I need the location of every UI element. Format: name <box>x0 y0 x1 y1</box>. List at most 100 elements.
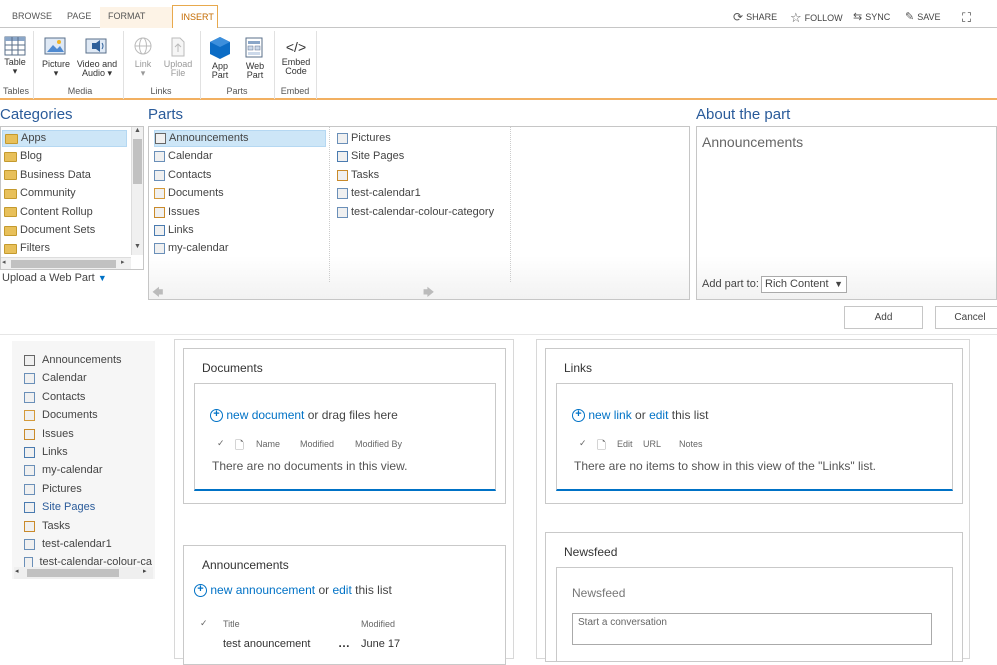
tab-format-text[interactable]: FORMAT TEXT <box>100 7 172 40</box>
add-icon[interactable]: + <box>194 584 207 598</box>
scroll-thumb[interactable] <box>27 569 119 577</box>
edit-list-link[interactable]: edit <box>649 408 668 422</box>
part-item[interactable]: test-calendar-colour-category <box>337 204 494 221</box>
parts-list[interactable]: Announcements Calendar Contacts Documents Is… <box>148 126 690 300</box>
nav-item[interactable]: Tasks <box>24 518 152 535</box>
upload-file-button[interactable]: Upload File <box>161 36 195 78</box>
checkmark-icon[interactable]: ✓ <box>200 618 208 629</box>
nav-item[interactable]: Issues <box>24 426 152 443</box>
sync-button[interactable]: ⇆ SYNC <box>853 10 890 23</box>
category-item[interactable]: Community <box>2 185 127 202</box>
video-audio-button[interactable]: Video and Audio ▾ <box>75 36 119 78</box>
nav-item[interactable]: test-calendar1 <box>24 536 152 553</box>
part-item[interactable]: Tasks <box>337 167 379 184</box>
embed-code-button[interactable]: </> Embed Code <box>279 36 313 76</box>
col-url[interactable]: URL <box>643 439 661 449</box>
list-app-icon <box>24 410 35 422</box>
links-empty-text: There are no items to show in this view … <box>574 459 876 473</box>
checkmark-icon[interactable]: ✓ <box>579 438 587 449</box>
part-item[interactable]: Contacts <box>154 167 211 184</box>
edit-list-link[interactable]: edit <box>332 583 351 597</box>
tab-insert[interactable]: INSERT <box>172 5 218 29</box>
nav-item[interactable]: Links <box>24 444 152 461</box>
new-announcement-link[interactable]: new announcement <box>210 583 315 597</box>
scroll-thumb[interactable] <box>11 260 116 268</box>
col-notes[interactable]: Notes <box>679 439 703 449</box>
parts-next-arrow[interactable]: 🡆 <box>423 284 434 303</box>
categories-scrollbar[interactable]: ▲ ▼ <box>131 127 143 255</box>
col-title[interactable]: Title <box>223 619 240 629</box>
category-item[interactable]: Filters <box>2 240 127 257</box>
col-name[interactable]: Name <box>256 439 280 449</box>
start-conversation-input[interactable]: Start a conversation <box>572 613 932 645</box>
add-part-to-select[interactable]: Rich Content ▼ <box>761 276 847 293</box>
nav-item[interactable]: Site Pages <box>24 499 152 516</box>
nav-item[interactable]: Announcements <box>24 352 152 369</box>
app-part-button[interactable]: App Part <box>205 36 235 80</box>
announcements-web-part: Announcements + new announcement or edit… <box>183 545 506 665</box>
categories-list[interactable]: Apps Blog Business Data Community Content Ro… <box>0 126 144 270</box>
right-web-part-zone: Links + new link or edit this list ✓ 🗋 E… <box>536 339 970 662</box>
left-web-part-zone: Documents + new document or drag files h… <box>174 339 514 665</box>
nav-item[interactable]: Calendar <box>24 370 152 387</box>
tab-browse[interactable]: BROWSE <box>4 5 60 28</box>
scroll-thumb[interactable] <box>133 139 142 184</box>
part-item[interactable]: Calendar <box>154 148 213 165</box>
part-item[interactable]: Links <box>154 222 194 239</box>
category-item[interactable]: Document Sets <box>2 222 127 239</box>
left-nav-hscrollbar[interactable]: ◂ ▸ <box>14 567 153 579</box>
category-item[interactable]: Apps <box>2 130 127 147</box>
col-modified[interactable]: Modified <box>300 439 334 449</box>
links-web-part: Links + new link or edit this list ✓ 🗋 E… <box>545 348 963 504</box>
parts-prev-arrow[interactable]: 🡄 <box>152 284 163 303</box>
part-item[interactable]: Documents <box>154 185 224 202</box>
table-button[interactable]: Table ▾ <box>2 36 28 76</box>
checkmark-icon[interactable]: ✓ <box>217 438 225 449</box>
web-part-button[interactable]: Web Part <box>240 36 270 80</box>
save-button[interactable]: ✎ SAVE <box>905 10 941 23</box>
category-item[interactable]: Blog <box>2 148 127 165</box>
list-app-icon <box>154 206 165 218</box>
list-app-icon <box>154 188 165 200</box>
follow-button[interactable]: ☆ FOLLOW <box>790 10 843 26</box>
add-icon[interactable]: + <box>210 409 223 423</box>
list-app-icon <box>24 465 35 477</box>
nav-item[interactable]: my-calendar <box>24 462 152 479</box>
ellipsis-icon[interactable]: … <box>338 636 350 650</box>
folder-icon <box>4 188 17 199</box>
nav-item[interactable]: Contacts <box>24 389 152 406</box>
part-item[interactable]: Issues <box>154 204 200 221</box>
upload-web-part-link[interactable]: Upload a Web Part ▼ <box>2 272 107 284</box>
category-item[interactable]: Content Rollup <box>2 204 127 221</box>
picture-button[interactable]: Picture ▾ <box>40 36 72 78</box>
newsfeed-panel: Newsfeed Start a conversation <box>556 567 953 662</box>
part-item[interactable]: my-calendar <box>154 240 229 257</box>
nav-item[interactable]: Documents <box>24 407 152 424</box>
part-item[interactable]: test-calendar1 <box>337 185 421 202</box>
add-icon[interactable]: + <box>572 409 585 423</box>
new-link-link[interactable]: new link <box>588 408 631 422</box>
part-item[interactable]: Site Pages <box>337 148 404 165</box>
newsfeed-subtitle: Newsfeed <box>572 586 626 600</box>
part-item[interactable]: Pictures <box>337 130 391 147</box>
tab-page[interactable]: PAGE <box>59 5 99 28</box>
category-item[interactable]: Business Data <box>2 167 127 184</box>
col-modified-by[interactable]: Modified By <box>355 439 402 449</box>
new-document-link[interactable]: new document <box>226 408 304 422</box>
chevron-down-icon: ▼ <box>834 279 843 289</box>
link-button[interactable]: Link ▾ <box>128 36 158 78</box>
categories-hscrollbar[interactable]: ◂ ▸ <box>1 257 131 269</box>
nav-item[interactable]: Pictures <box>24 481 152 498</box>
announcement-row-title[interactable]: test anouncement <box>223 638 310 650</box>
group-label-links: Links <box>150 86 172 96</box>
part-item[interactable]: Announcements <box>154 130 326 147</box>
add-button[interactable]: Add <box>844 306 923 329</box>
col-modified[interactable]: Modified <box>361 619 395 629</box>
list-app-icon <box>154 225 165 236</box>
save-icon: ✎ <box>905 11 915 23</box>
focus-on-content-icon[interactable]: ⛶ <box>962 10 971 26</box>
cancel-button[interactable]: Cancel <box>935 306 997 329</box>
list-app-icon <box>337 206 348 218</box>
col-edit[interactable]: Edit <box>617 439 633 449</box>
share-button[interactable]: ⟳ SHARE <box>733 10 777 24</box>
